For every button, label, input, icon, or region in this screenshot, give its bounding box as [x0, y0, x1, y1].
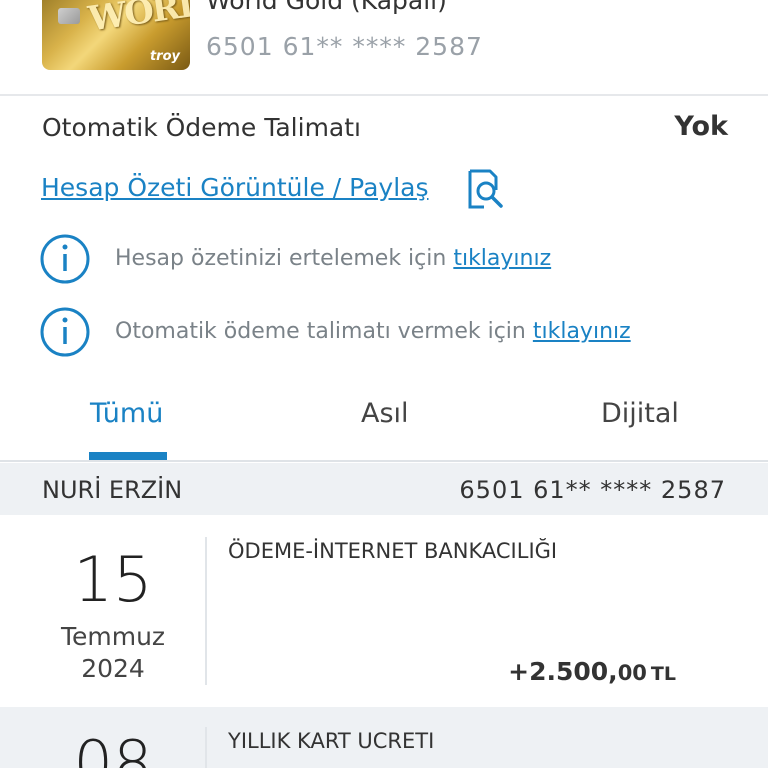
tab-digital[interactable]: Dijital [601, 398, 679, 429]
active-tab-indicator [89, 452, 167, 460]
statement-link[interactable]: Hesap Özeti Görüntüle / Paylaş [41, 173, 429, 202]
transaction-amount-main: +2.500, [508, 657, 618, 686]
card-number: 6501 61** **** 2587 [206, 32, 483, 61]
transaction-currency: TL [650, 663, 676, 685]
tab-all[interactable]: Tümü [90, 398, 163, 429]
info-link[interactable]: tıklayınız [453, 246, 551, 271]
transaction-row[interactable]: 15 Temmuz 2024 ÖDEME-İNTERNET BANKACILIĞ… [0, 515, 768, 707]
card-holder-number: 6501 61** **** 2587 [459, 476, 726, 504]
info-row-defer-statement: Hesap özetinizi ertelemek için tıklayını… [40, 234, 740, 286]
auto-payment-value: Yok [674, 111, 728, 142]
card-image: WORLD troy [42, 0, 190, 70]
card-header: WORLD troy World Gold (Kapalı) 6501 61**… [0, 0, 768, 96]
transaction-day: 15 [73, 543, 153, 616]
transaction-day: 08 [73, 727, 153, 768]
tab-main[interactable]: Asıl [361, 398, 409, 429]
info-text: Hesap özetinizi ertelemek için tıklayını… [115, 246, 551, 271]
transaction-description: YILLIK KART UCRETI [228, 729, 435, 753]
info-text-body: Otomatik ödeme talimatı vermek için [115, 319, 526, 344]
card-name: World Gold (Kapalı) [206, 0, 447, 15]
info-link[interactable]: tıklayınız [533, 319, 631, 344]
transaction-amount: +2.500,00 TL [508, 657, 676, 686]
card-holder-name: NURİ ERZİN [42, 476, 183, 504]
auto-payment-row: Otomatik Ödeme Talimatı Yok [42, 111, 728, 145]
info-icon [40, 307, 90, 357]
card-image-word: WORLD [85, 0, 190, 40]
transaction-divider [205, 537, 207, 685]
document-search-icon[interactable] [466, 168, 506, 210]
transaction-month: Temmuz [60, 622, 166, 651]
transaction-description: ÖDEME-İNTERNET BANKACILIĞI [228, 539, 558, 563]
auto-payment-label: Otomatik Ödeme Talimatı [42, 113, 361, 142]
card-holder-strip: NURİ ERZİN 6501 61** **** 2587 [0, 463, 768, 515]
transaction-year: 2024 [81, 654, 145, 683]
transaction-tabs: Tümü Asıl Dijital [0, 380, 768, 462]
transaction-amount-cents: 00 [617, 661, 647, 685]
info-icon [40, 234, 90, 284]
transaction-row[interactable]: 08 YILLIK KART UCRETI [0, 707, 768, 768]
transaction-divider [205, 727, 207, 768]
card-brand-logo: troy [149, 49, 180, 64]
info-text: Otomatik ödeme talimatı vermek için tıkl… [115, 319, 631, 344]
info-row-auto-payment: Otomatik ödeme talimatı vermek için tıkl… [40, 307, 740, 359]
info-text-body: Hesap özetinizi ertelemek için [115, 246, 447, 271]
card-chip [58, 8, 80, 24]
